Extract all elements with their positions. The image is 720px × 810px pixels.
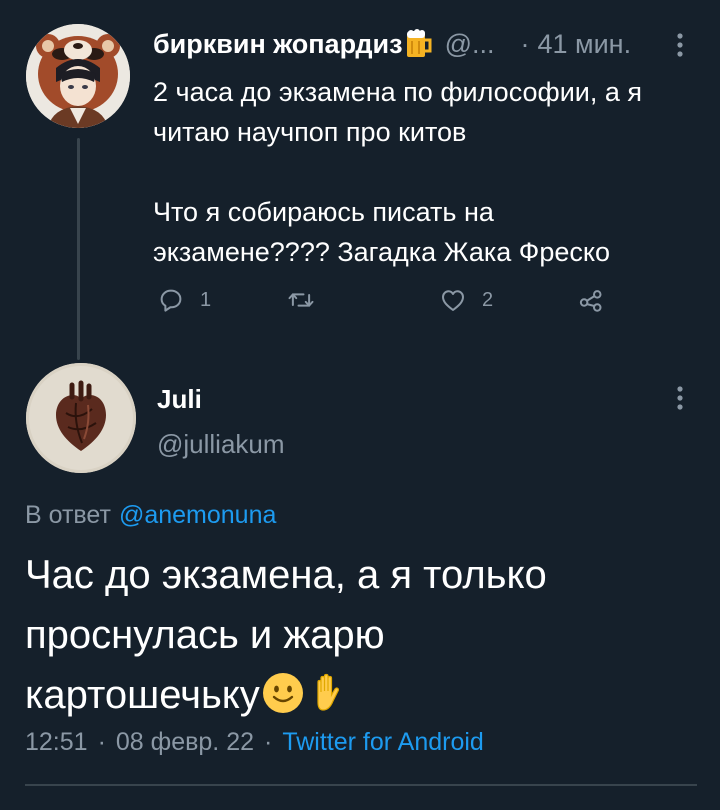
separator-dot: · (520, 29, 530, 59)
heart-icon (442, 290, 464, 311)
beer-mug-icon (405, 29, 433, 59)
tweet-header: бирквин жопардиз @... · 41 мин. (153, 27, 631, 61)
avatar-image (26, 363, 136, 473)
tweet-text-line: Час до экзамена, а я только (25, 553, 547, 597)
more-options-icon[interactable] (668, 30, 692, 60)
reply-mention-link[interactable]: @anemonuna (119, 501, 276, 529)
tweet-date[interactable]: 08 февр. 22 (116, 728, 254, 756)
author-handle[interactable]: @julliakum (157, 428, 285, 460)
tweet-meta: 12:51 · 08 февр. 22 · Twitter for Android (25, 725, 484, 759)
share-icon (579, 290, 602, 312)
reply-button[interactable]: 1 (156, 278, 211, 322)
divider (25, 784, 697, 786)
like-count: 2 (482, 288, 494, 311)
tweet-timestamp[interactable]: 41 мин. (537, 27, 631, 61)
separator-dot: · (264, 728, 273, 756)
reply-count: 1 (200, 288, 212, 311)
tweet-actions: 1 2 (0, 278, 720, 322)
like-button[interactable]: 2 (438, 278, 493, 322)
tweet-text: 2 часа до экзамена по философии, а я чит… (153, 72, 693, 272)
author-handle[interactable]: @... (445, 27, 495, 61)
avatar-image (26, 24, 130, 128)
reply-context: В ответ @anemonuna (25, 498, 276, 532)
thread-connector-line (77, 138, 80, 360)
comment-icon (160, 289, 182, 312)
author-name[interactable]: бирквин жопардиз (153, 27, 403, 61)
author-name[interactable]: Juli (157, 383, 202, 415)
tweet-text: Час до экзамена, а я только проснулась и… (25, 545, 695, 725)
more-options-icon[interactable] (668, 383, 692, 413)
tweet-text-line: 2 часа до экзамена по философии, а я (153, 77, 643, 107)
tweet-text-line: проснулась и жарю (25, 613, 385, 657)
retweet-icon (288, 293, 314, 307)
slightly-smiling-face-emoji (260, 670, 306, 716)
retweet-button[interactable] (286, 278, 316, 322)
tweet-text-fragment: картошечьку (25, 673, 260, 717)
tweet-text-line: читаю научпоп про китов (153, 117, 467, 147)
reply-prefix: В ответ (25, 501, 111, 529)
avatar[interactable] (26, 24, 130, 128)
tweet-text-line-last: картошечьку (25, 665, 695, 725)
avatar[interactable] (26, 363, 136, 473)
tweet-text-line: Что я собираюсь писать на (153, 197, 494, 227)
separator-dot: · (97, 728, 106, 756)
tweet-text-line: экзамене???? Загадка Жака Фреско (153, 237, 610, 267)
parent-tweet[interactable]: бирквин жопардиз @... · 41 мин. 2 часа д… (0, 0, 720, 370)
tweet-source-link[interactable]: Twitter for Android (282, 728, 483, 756)
share-button[interactable] (576, 278, 606, 322)
raised-hand-emoji (306, 670, 352, 716)
tweet-time[interactable]: 12:51 (25, 728, 88, 756)
